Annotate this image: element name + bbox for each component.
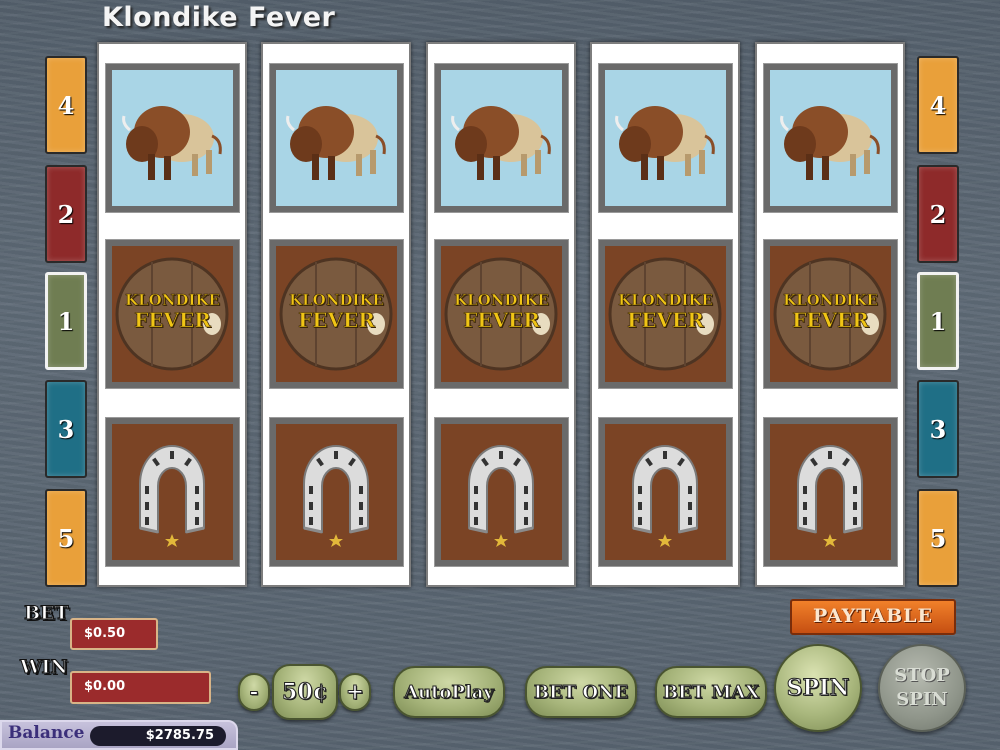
game-title: Klondike Fever	[102, 2, 336, 33]
logo-line2: FEVER	[298, 308, 375, 332]
logo-line1: KLONDIKE	[618, 291, 713, 310]
logo-line1: KLONDIKE	[289, 291, 384, 310]
klondike-fever-logo: KLONDIKE FEVER	[434, 239, 569, 389]
horseshoe-icon	[434, 417, 569, 567]
stop-spin-button[interactable]: STOP SPIN	[878, 644, 966, 732]
logo-line2: FEVER	[463, 308, 540, 332]
buffalo-icon	[105, 63, 240, 213]
bet-value: $0.50	[70, 618, 158, 650]
klondike-fever-logo: KLONDIKE FEVER	[269, 239, 404, 389]
logo-line1: KLONDIKE	[454, 291, 549, 310]
reel-5: KLONDIKE FEVER	[755, 42, 905, 587]
paytable-button[interactable]: PAYTABLE	[790, 599, 956, 635]
horseshoe-icon	[763, 417, 898, 567]
balance-label: Balance	[8, 723, 85, 743]
coin-increase-button[interactable]: +	[339, 673, 371, 711]
logo-line1: KLONDIKE	[783, 291, 878, 310]
left-payline-tab-1[interactable]: 1	[45, 272, 87, 370]
left-payline-tab-3[interactable]: 3	[45, 380, 87, 478]
horseshoe-icon	[269, 417, 404, 567]
right-payline-tab-3[interactable]: 3	[917, 380, 959, 478]
bet-max-button[interactable]: BET MAX	[655, 666, 767, 718]
spin-button[interactable]: SPIN	[774, 644, 862, 732]
logo-line1: KLONDIKE	[125, 291, 220, 310]
right-payline-tab-1[interactable]: 1	[917, 272, 959, 370]
balance-value: $2785.75	[90, 726, 226, 746]
buffalo-icon	[763, 63, 898, 213]
klondike-fever-logo: KLONDIKE FEVER	[598, 239, 733, 389]
win-label: WIN	[20, 656, 69, 679]
horseshoe-icon	[598, 417, 733, 567]
coin-value: 50¢	[272, 664, 338, 720]
autoplay-button[interactable]: AutoPlay	[393, 666, 505, 718]
klondike-fever-logo: KLONDIKE FEVER	[763, 239, 898, 389]
reel-1: KLONDIKE FEVER	[97, 42, 247, 587]
buffalo-icon	[598, 63, 733, 213]
bet-one-button[interactable]: BET ONE	[525, 666, 637, 718]
buffalo-icon	[434, 63, 569, 213]
klondike-fever-logo: KLONDIKE FEVER	[105, 239, 240, 389]
logo-line2: FEVER	[627, 308, 704, 332]
right-payline-tab-2[interactable]: 2	[917, 165, 959, 263]
reel-2: KLONDIKE FEVER	[261, 42, 411, 587]
bet-label: BET	[24, 602, 70, 625]
right-payline-tab-4[interactable]: 4	[917, 56, 959, 154]
coin-decrease-button[interactable]: -	[238, 673, 270, 711]
right-payline-tab-5[interactable]: 5	[917, 489, 959, 587]
left-payline-tab-5[interactable]: 5	[45, 489, 87, 587]
left-payline-tab-4[interactable]: 4	[45, 56, 87, 154]
stop-spin-line2: SPIN	[896, 689, 948, 710]
reel-4: KLONDIKE FEVER	[590, 42, 740, 587]
logo-line2: FEVER	[134, 308, 211, 332]
win-value: $0.00	[70, 671, 211, 704]
reel-3: KLONDIKE FEVER	[426, 42, 576, 587]
balance-bar: Balance $2785.75	[0, 720, 238, 750]
stop-spin-line1: STOP	[894, 665, 950, 686]
left-payline-tab-2[interactable]: 2	[45, 165, 87, 263]
logo-line2: FEVER	[792, 308, 869, 332]
horseshoe-icon	[105, 417, 240, 567]
buffalo-icon	[269, 63, 404, 213]
